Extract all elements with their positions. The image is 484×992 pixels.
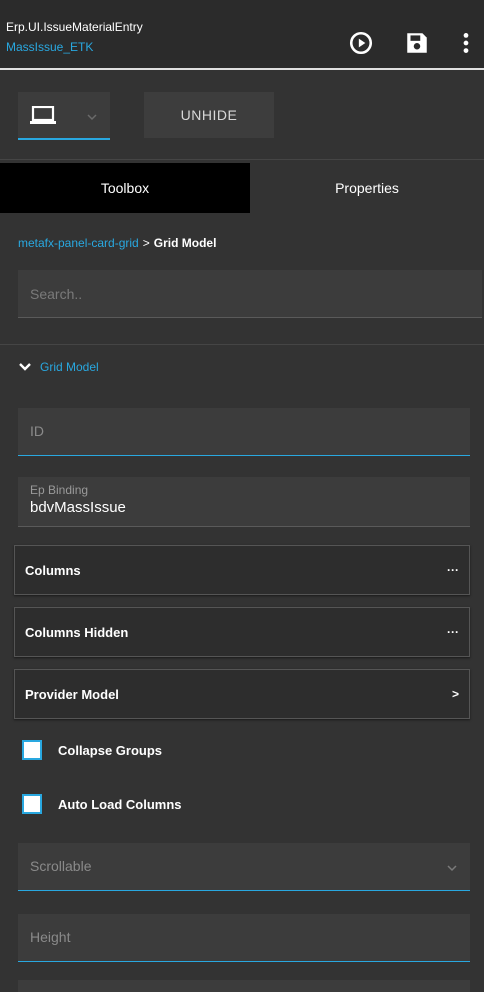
collapse-groups-checkbox-row[interactable]: Collapse Groups bbox=[22, 740, 162, 760]
auto-load-columns-checkbox[interactable] bbox=[22, 794, 42, 814]
breadcrumb-separator: > bbox=[142, 236, 150, 250]
chevron-down-icon bbox=[19, 363, 31, 371]
id-field[interactable]: ID bbox=[18, 408, 470, 456]
grid-model-section-header[interactable]: Grid Model bbox=[18, 360, 99, 374]
search-input[interactable] bbox=[18, 270, 482, 318]
auto-load-columns-checkbox-row[interactable]: Auto Load Columns bbox=[22, 794, 182, 814]
more-vert-icon[interactable] bbox=[458, 30, 474, 56]
columns-hidden-row[interactable]: Columns Hidden ··· bbox=[14, 607, 470, 657]
tab-properties[interactable]: Properties bbox=[250, 163, 484, 213]
breadcrumb-current: Grid Model bbox=[153, 236, 217, 250]
panel-tabs: Toolbox Properties bbox=[0, 163, 484, 213]
tab-toolbox[interactable]: Toolbox bbox=[0, 163, 250, 213]
columns-label: Columns bbox=[25, 563, 81, 578]
collapse-groups-label: Collapse Groups bbox=[58, 742, 163, 758]
provider-model-row[interactable]: Provider Model > bbox=[14, 669, 470, 719]
ep-binding-value: bdvMassIssue bbox=[30, 499, 126, 516]
columns-hidden-label: Columns Hidden bbox=[25, 625, 129, 640]
scrollable-select[interactable]: Scrollable bbox=[18, 843, 470, 891]
id-field-placeholder: ID bbox=[30, 423, 44, 439]
app-subtitle[interactable]: MassIssue_ETK bbox=[6, 40, 93, 54]
section-title: Grid Model bbox=[40, 360, 99, 374]
chevron-down-icon bbox=[86, 110, 98, 122]
more-horiz-icon[interactable]: ··· bbox=[447, 563, 459, 577]
save-icon[interactable] bbox=[404, 30, 430, 56]
device-toolbar: UNHIDE bbox=[0, 70, 484, 160]
columns-row[interactable]: Columns ··· bbox=[14, 545, 470, 595]
ep-binding-label: Ep Binding bbox=[30, 483, 89, 497]
height-placeholder: Height bbox=[30, 929, 71, 945]
laptop-icon bbox=[30, 105, 56, 126]
ep-binding-field[interactable]: Ep Binding bdvMassIssue bbox=[18, 477, 470, 527]
unhide-button[interactable]: UNHIDE bbox=[144, 92, 274, 138]
app-header: Erp.UI.IssueMaterialEntry MassIssue_ETK bbox=[0, 0, 484, 70]
scrollable-placeholder: Scrollable bbox=[30, 858, 92, 874]
device-select[interactable] bbox=[18, 92, 110, 140]
play-circle-icon[interactable] bbox=[348, 30, 374, 56]
more-horiz-icon[interactable]: ··· bbox=[447, 625, 459, 639]
section-divider bbox=[0, 344, 484, 345]
height-field[interactable]: Height bbox=[18, 914, 470, 962]
next-field[interactable] bbox=[18, 980, 470, 992]
provider-model-label: Provider Model bbox=[25, 687, 119, 702]
chevron-down-icon bbox=[446, 861, 458, 873]
breadcrumb: metafx-panel-card-grid > Grid Model bbox=[18, 236, 216, 250]
app-title: Erp.UI.IssueMaterialEntry bbox=[6, 20, 143, 34]
auto-load-columns-label: Auto Load Columns bbox=[58, 796, 182, 812]
collapse-groups-checkbox[interactable] bbox=[22, 740, 42, 760]
chevron-right-icon[interactable]: > bbox=[452, 687, 459, 701]
breadcrumb-parent-link[interactable]: metafx-panel-card-grid bbox=[18, 236, 139, 250]
